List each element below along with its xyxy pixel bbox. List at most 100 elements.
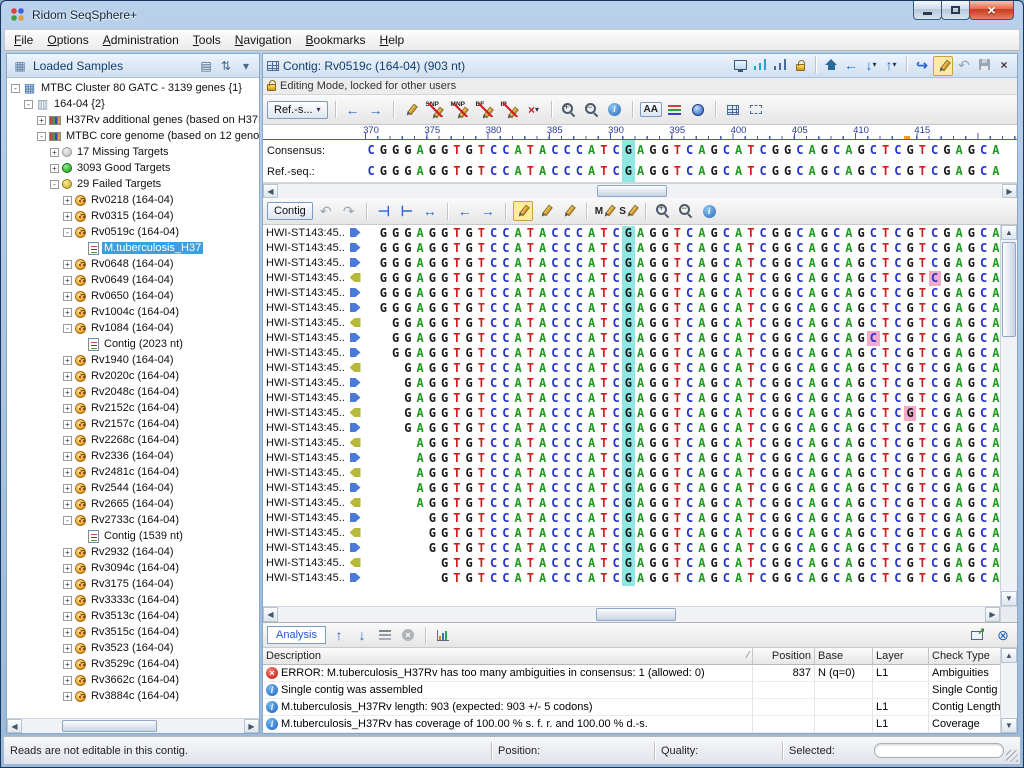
base-cell[interactable]: T bbox=[598, 571, 610, 586]
base-cell[interactable]: C bbox=[794, 140, 806, 161]
base-cell[interactable]: G bbox=[769, 161, 781, 182]
expand-toggle[interactable]: + bbox=[63, 676, 72, 685]
save-button[interactable] bbox=[975, 56, 993, 74]
base-cell[interactable]: G bbox=[782, 140, 794, 161]
base-cell[interactable]: G bbox=[439, 571, 451, 586]
base-cell[interactable]: G bbox=[402, 161, 414, 182]
base-cell[interactable]: A bbox=[635, 161, 647, 182]
base-cell[interactable]: A bbox=[696, 161, 708, 182]
base-cell[interactable]: G bbox=[855, 571, 867, 586]
base-cell[interactable]: G bbox=[708, 161, 720, 182]
base-cell[interactable]: G bbox=[782, 571, 794, 586]
edit-read-button[interactable] bbox=[536, 201, 556, 221]
analysis-vscrollbar[interactable]: ▲ ▼ bbox=[1000, 648, 1017, 733]
base-cell[interactable]: C bbox=[892, 140, 904, 161]
tree-item[interactable]: +3093 Good Targets bbox=[7, 160, 259, 176]
collapse-toggle[interactable]: - bbox=[37, 132, 46, 141]
base-cell[interactable]: G bbox=[426, 161, 438, 182]
base-cell[interactable]: A bbox=[843, 161, 855, 182]
maximize-button[interactable] bbox=[941, 1, 970, 20]
tree-item[interactable]: -▥164-04 {2} bbox=[7, 96, 259, 112]
base-cell[interactable]: C bbox=[610, 140, 622, 161]
base-cell[interactable]: G bbox=[647, 140, 659, 161]
base-cell[interactable]: A bbox=[635, 140, 647, 161]
base-cell[interactable]: G bbox=[941, 161, 953, 182]
base-cell[interactable]: C bbox=[892, 571, 904, 586]
base-cell[interactable]: C bbox=[573, 140, 585, 161]
base-cell[interactable]: G bbox=[463, 161, 475, 182]
ref-seq-selector-button[interactable]: Ref.-s...▾ bbox=[267, 101, 328, 119]
expand-toggle[interactable]: + bbox=[63, 436, 72, 445]
base-cell[interactable]: G bbox=[439, 140, 451, 161]
base-cell[interactable]: C bbox=[720, 571, 732, 586]
base-cell[interactable]: C bbox=[365, 140, 377, 161]
expand-toggle[interactable]: + bbox=[63, 292, 72, 301]
close-analysis-button[interactable]: ⊗ bbox=[993, 625, 1013, 645]
tree-item[interactable]: +Rv0315 (164-04) bbox=[7, 208, 259, 224]
tree-item[interactable]: +Rv3662c (164-04) bbox=[7, 672, 259, 688]
tree-item[interactable]: M.tuberculosis_H37 bbox=[7, 240, 259, 256]
base-cell[interactable]: C bbox=[929, 571, 941, 586]
base-cell[interactable]: T bbox=[524, 161, 536, 182]
tree-item[interactable]: +Rv2048c (164-04) bbox=[7, 384, 259, 400]
expand-toggle[interactable]: + bbox=[63, 372, 72, 381]
home-button[interactable] bbox=[822, 56, 840, 74]
chart-button[interactable] bbox=[433, 625, 453, 645]
expand-toggle[interactable]: + bbox=[63, 548, 72, 557]
base-cell[interactable]: T bbox=[745, 140, 757, 161]
base-cell[interactable]: T bbox=[451, 571, 463, 586]
column-header-description[interactable]: Description⁄ bbox=[263, 648, 753, 665]
base-cell[interactable]: C bbox=[757, 161, 769, 182]
collapse-toggle[interactable]: - bbox=[50, 180, 59, 189]
tree-item[interactable]: +Rv0650 (164-04) bbox=[7, 288, 259, 304]
base-cell[interactable]: T bbox=[916, 140, 928, 161]
zoom-out-button[interactable]: − bbox=[676, 201, 696, 221]
base-cell[interactable]: C bbox=[610, 571, 622, 586]
expand-toggle[interactable]: + bbox=[63, 628, 72, 637]
base-cell[interactable]: A bbox=[512, 161, 524, 182]
close-view-button[interactable]: × bbox=[995, 56, 1013, 74]
info-button[interactable]: i bbox=[605, 100, 625, 120]
expand-toggle[interactable]: + bbox=[50, 164, 59, 173]
expand-toggle[interactable]: + bbox=[63, 612, 72, 621]
base-cell[interactable]: T bbox=[745, 571, 757, 586]
base-cell[interactable]: G bbox=[904, 161, 916, 182]
base-cell[interactable]: G bbox=[965, 161, 977, 182]
base-cell[interactable]: G bbox=[402, 140, 414, 161]
fit-width-button[interactable]: ↔ bbox=[420, 201, 440, 221]
base-cell[interactable]: C bbox=[561, 161, 573, 182]
tree-item[interactable]: +Rv3515c (164-04) bbox=[7, 624, 259, 640]
menu-tools[interactable]: Tools bbox=[186, 30, 228, 50]
collapse-toggle[interactable]: - bbox=[63, 324, 72, 333]
base-cell[interactable]: A bbox=[733, 571, 745, 586]
undo-button[interactable]: ↶ bbox=[955, 56, 973, 74]
base-cell[interactable]: G bbox=[377, 140, 389, 161]
analysis-row[interactable]: iSingle contig was assembledSingle Conti… bbox=[263, 682, 1017, 699]
base-cell[interactable]: T bbox=[475, 571, 487, 586]
move-up-button[interactable]: ↑ bbox=[329, 625, 349, 645]
alignment-vscrollbar[interactable]: ▲ ▼ bbox=[1000, 225, 1017, 606]
base-cell[interactable]: A bbox=[733, 161, 745, 182]
base-cell[interactable]: G bbox=[659, 571, 671, 586]
menu-bookmarks[interactable]: Bookmarks bbox=[299, 30, 373, 50]
ref-seq-row[interactable]: Ref.-seq.: CGGGAGGTGTCCATACCCATCGAGGTCAG… bbox=[263, 161, 1017, 182]
tree-item[interactable]: +Rv2665 (164-04) bbox=[7, 496, 259, 512]
alignment-hscrollbar[interactable]: ◀ ▶ bbox=[263, 606, 1000, 622]
base-cell[interactable]: C bbox=[720, 140, 732, 161]
base-cell[interactable]: C bbox=[488, 140, 500, 161]
base-cell[interactable]: T bbox=[916, 161, 928, 182]
scroll-down-icon[interactable]: ▼ bbox=[1001, 718, 1017, 733]
base-cell[interactable]: A bbox=[696, 571, 708, 586]
base-cell[interactable]: C bbox=[549, 571, 561, 586]
base-cell[interactable]: C bbox=[794, 161, 806, 182]
tree-item[interactable]: +Rv2157c (164-04) bbox=[7, 416, 259, 432]
expand-toggle[interactable]: + bbox=[63, 260, 72, 269]
base-coloring-button[interactable] bbox=[665, 100, 685, 120]
base-cell[interactable]: G bbox=[708, 140, 720, 161]
base-cell[interactable]: G bbox=[390, 140, 402, 161]
base-cell[interactable]: A bbox=[990, 140, 1002, 161]
amino-acid-toggle-button[interactable]: AA bbox=[640, 102, 662, 117]
base-cell[interactable]: C bbox=[561, 140, 573, 161]
zoom-in-button[interactable]: + bbox=[559, 100, 579, 120]
zoom-in-button[interactable]: + bbox=[653, 201, 673, 221]
